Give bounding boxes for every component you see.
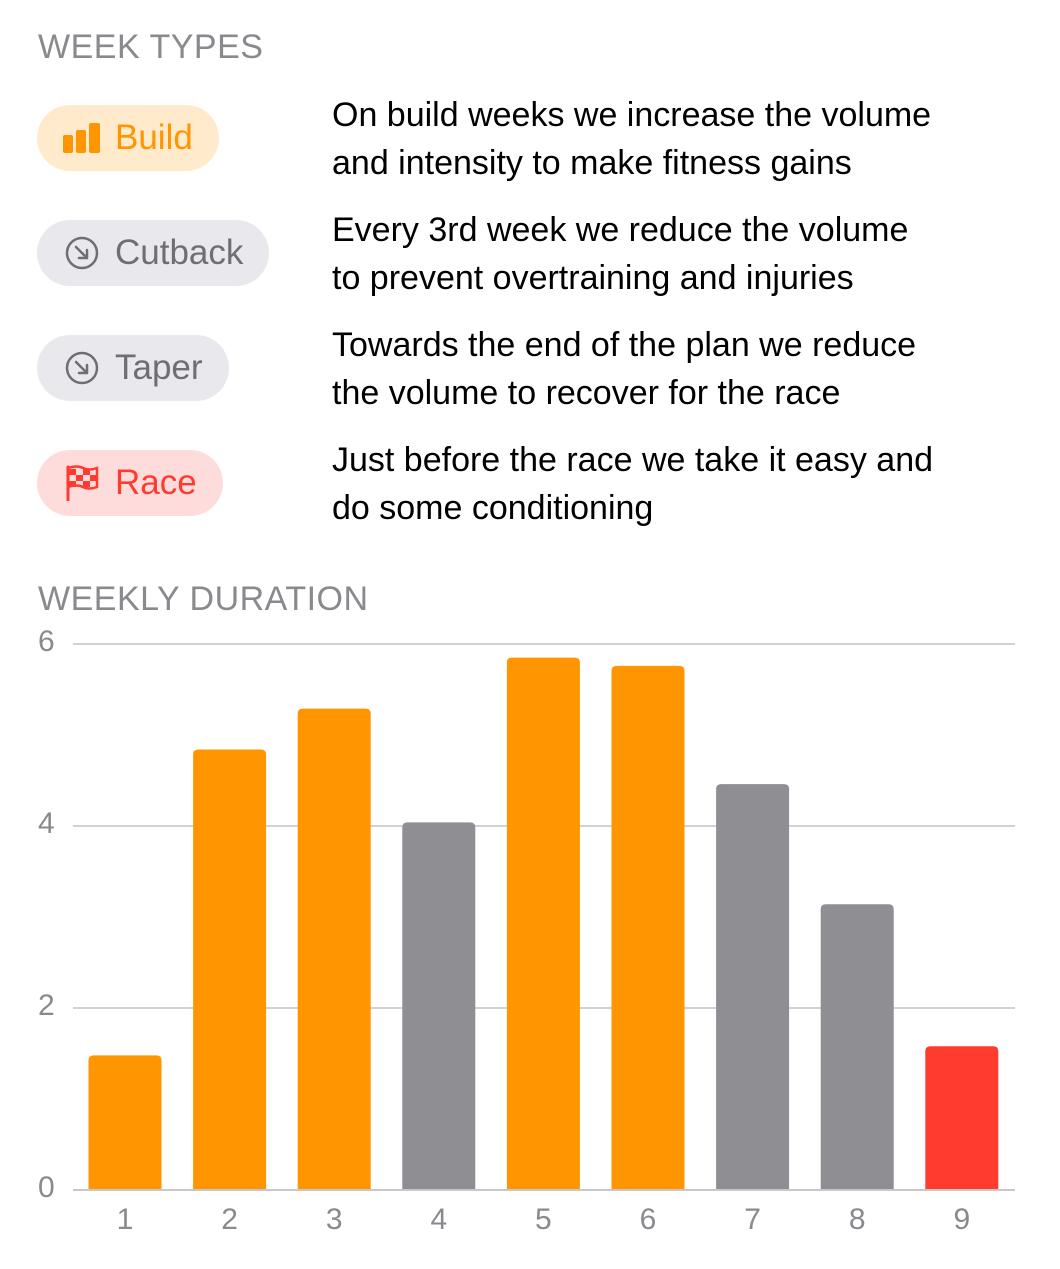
x-tick-label: 4 bbox=[430, 1203, 448, 1236]
x-tick-label: 8 bbox=[848, 1203, 866, 1236]
weekly-duration-chart bbox=[73, 643, 1015, 1191]
y-tick-label: 4 bbox=[38, 807, 55, 840]
bar-week-1 bbox=[88, 1055, 162, 1190]
x-tick-label: 7 bbox=[744, 1203, 761, 1236]
x-tick-label: 1 bbox=[116, 1203, 134, 1236]
x-tick-label: 3 bbox=[325, 1203, 343, 1236]
x-tick-label: 6 bbox=[639, 1203, 657, 1236]
bar-week-6 bbox=[611, 665, 685, 1190]
bar-week-2 bbox=[193, 749, 267, 1190]
bar-week-5 bbox=[506, 657, 580, 1190]
x-tick-label: 9 bbox=[953, 1203, 971, 1236]
x-tick-label: 5 bbox=[535, 1203, 552, 1236]
bar-week-8 bbox=[820, 904, 894, 1190]
bar-week-9 bbox=[925, 1046, 999, 1190]
bar-week-7 bbox=[716, 784, 790, 1190]
x-tick-label: 2 bbox=[221, 1203, 238, 1236]
y-tick-label: 6 bbox=[38, 625, 55, 658]
bar-week-4 bbox=[402, 822, 476, 1190]
bar-week-3 bbox=[297, 708, 371, 1190]
y-tick-label: 2 bbox=[38, 989, 55, 1022]
y-tick-label: 0 bbox=[38, 1171, 55, 1204]
